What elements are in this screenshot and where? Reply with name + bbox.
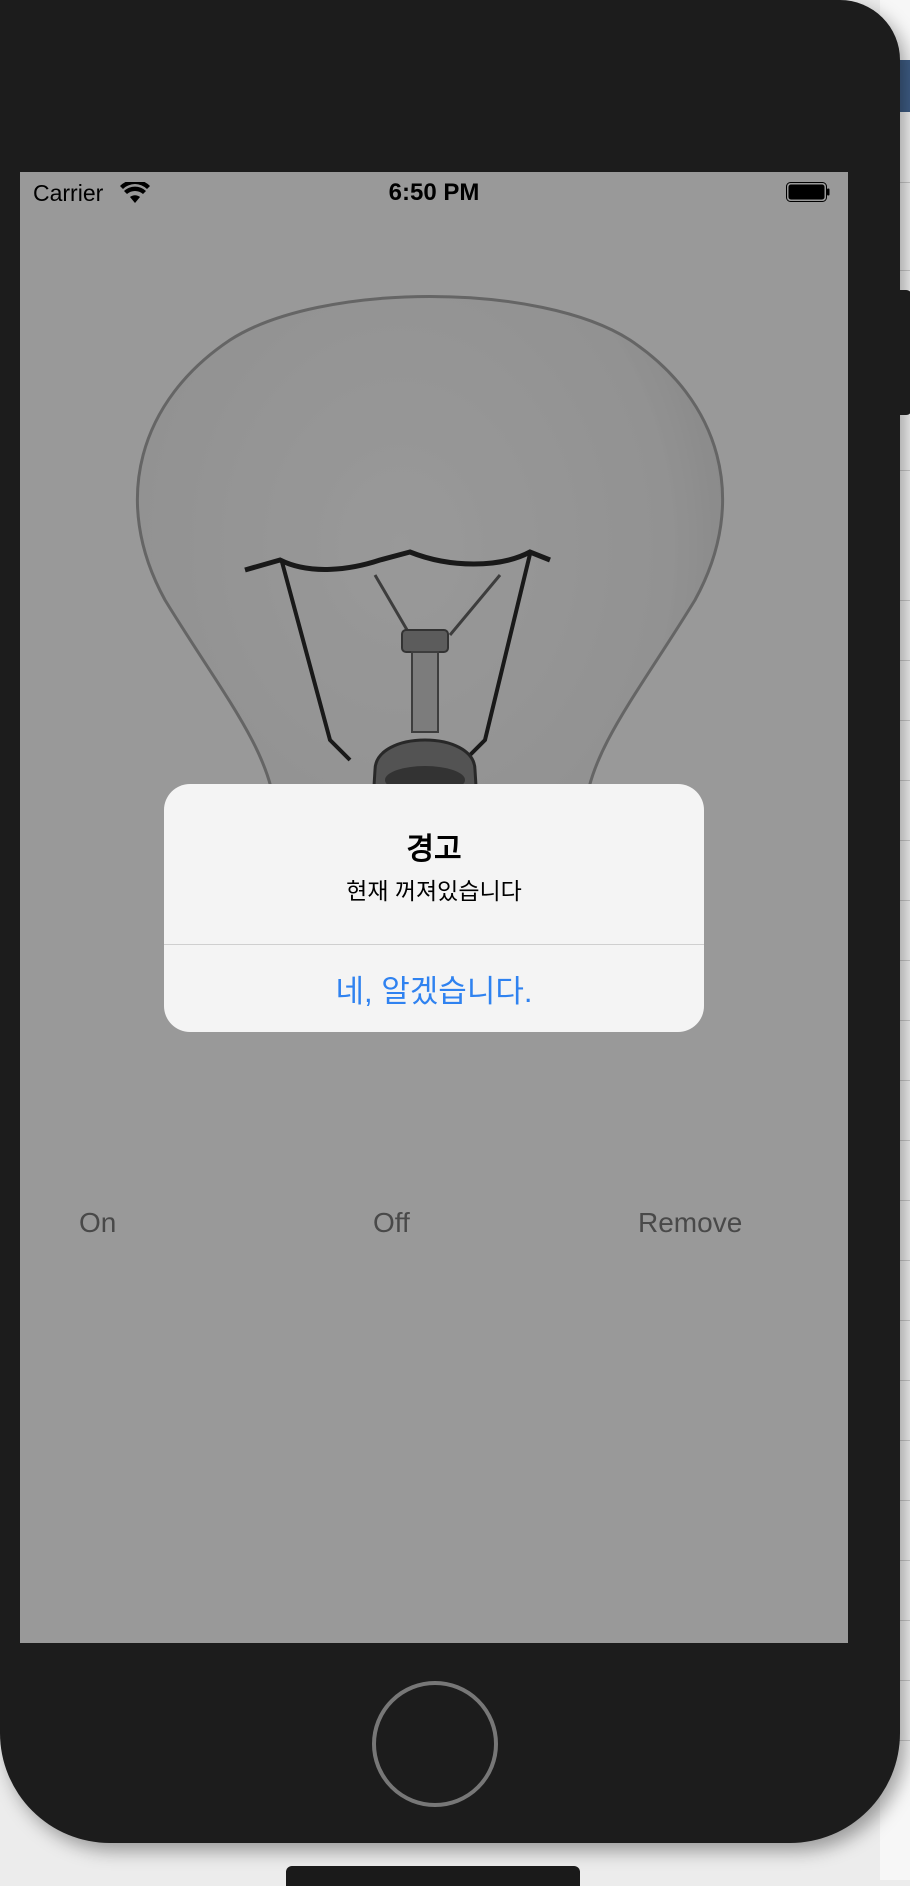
alert-message: 현재 꺼져있습니다 <box>346 878 522 904</box>
side-button[interactable] <box>900 290 910 415</box>
alert-title: 경고 <box>406 833 462 866</box>
device-screen: Carrier 6:50 PM On Off Remove 경고 현재 꺼져있습… <box>20 172 848 1643</box>
dock-handle <box>286 1866 580 1886</box>
phone-frame: Carrier 6:50 PM On Off Remove 경고 현재 꺼져있습… <box>0 0 900 1843</box>
alert-confirm-button[interactable]: 네, 알겠습니다. <box>164 945 704 1032</box>
alert-dialog: 경고 현재 꺼져있습니다 네, 알겠습니다. <box>164 784 704 1032</box>
home-button[interactable] <box>372 1681 498 1807</box>
